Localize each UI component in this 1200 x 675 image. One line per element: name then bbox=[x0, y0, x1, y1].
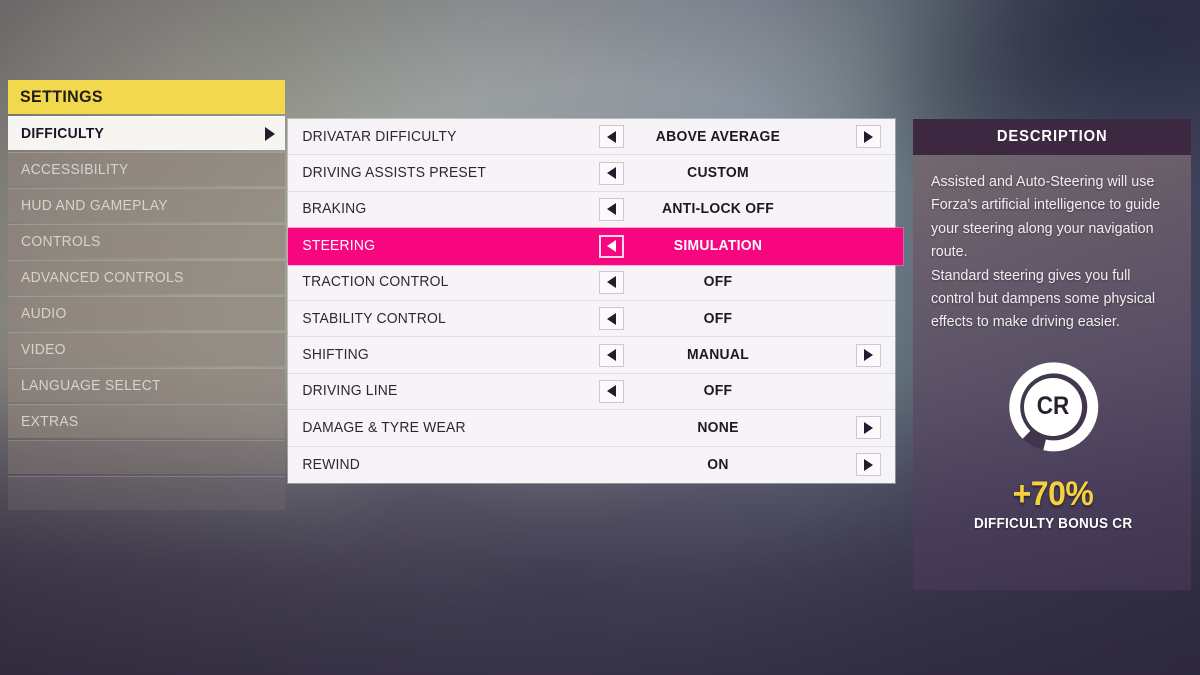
sidebar-item-advanced-controls[interactable]: ADVANCED CONTROLS bbox=[8, 260, 285, 294]
sidebar-item-label: AUDIO bbox=[21, 305, 67, 322]
sidebar-item-label: ADVANCED CONTROLS bbox=[21, 269, 184, 286]
settings-row-label: TRACTION CONTROL bbox=[302, 274, 449, 291]
sidebar-item-empty bbox=[8, 440, 285, 474]
credits-ring-badge: CR bbox=[999, 353, 1107, 461]
arrow-left-icon bbox=[607, 312, 616, 325]
arrow-left-icon bbox=[607, 240, 616, 253]
sidebar-item-hud-and-gameplay[interactable]: HUD AND GAMEPLAY bbox=[8, 188, 285, 222]
settings-row-value: OFF bbox=[703, 274, 733, 291]
settings-row-label: REWIND bbox=[302, 456, 361, 473]
decrement-arrow-left-button[interactable] bbox=[599, 307, 624, 331]
settings-row-value: CUSTOM bbox=[687, 165, 749, 182]
description-paragraph: Assisted and Auto-Steering will use Forz… bbox=[931, 174, 1161, 261]
settings-row-label: DAMAGE & TYRE WEAR bbox=[302, 419, 466, 436]
increment-arrow-right-button[interactable] bbox=[856, 125, 881, 149]
settings-row[interactable]: DRIVATAR DIFFICULTY ABOVE AVERAGE bbox=[288, 119, 895, 156]
decrement-arrow-left-button[interactable] bbox=[599, 343, 624, 367]
description-text: Assisted and Auto-Steering will use Forz… bbox=[931, 171, 1175, 335]
arrow-left-icon bbox=[607, 276, 616, 289]
settings-row-value: SIMULATION bbox=[673, 238, 763, 255]
arrow-right-icon bbox=[864, 458, 873, 471]
increment-arrow-right-button[interactable] bbox=[856, 453, 881, 477]
credits-label: CR bbox=[1036, 392, 1070, 421]
settings-row[interactable]: STEERING SIMULATION bbox=[288, 228, 903, 265]
settings-row-value: ON bbox=[707, 456, 729, 473]
settings-header: SETTINGS bbox=[8, 80, 285, 114]
sidebar-item-controls[interactable]: CONTROLS bbox=[8, 224, 285, 258]
settings-row-value: ABOVE AVERAGE bbox=[655, 128, 781, 145]
description-header: DESCRIPTION bbox=[913, 119, 1191, 155]
description-body: Assisted and Auto-Steering will use Forz… bbox=[913, 155, 1191, 590]
arrow-left-icon bbox=[607, 203, 616, 216]
settings-sidebar: SETTINGS DIFFICULTY ACCESSIBILITY HUD AND … bbox=[8, 80, 285, 510]
sidebar-item-empty bbox=[8, 476, 285, 510]
decrement-arrow-left-button[interactable] bbox=[599, 270, 624, 294]
sidebar-item-accessibility[interactable]: ACCESSIBILITY bbox=[8, 152, 285, 186]
settings-row-value: MANUAL bbox=[686, 347, 750, 364]
description-panel: DESCRIPTION Assisted and Auto-Steering w… bbox=[913, 119, 1191, 590]
arrow-left-icon bbox=[607, 130, 616, 143]
arrow-right-icon bbox=[864, 349, 873, 362]
arrow-right-icon bbox=[864, 421, 873, 434]
decrement-arrow-left-button[interactable] bbox=[599, 125, 624, 149]
sidebar-item-extras[interactable]: EXTRAS bbox=[8, 404, 285, 438]
settings-row-label: BRAKING bbox=[302, 201, 367, 218]
sidebar-item-label: DIFFICULTY bbox=[21, 125, 105, 142]
sidebar-item-language-select[interactable]: LANGUAGE SELECT bbox=[8, 368, 285, 402]
sidebar-item-label: ACCESSIBILITY bbox=[21, 161, 129, 178]
settings-title: SETTINGS bbox=[20, 87, 103, 106]
decrement-arrow-left-button[interactable] bbox=[599, 161, 624, 185]
arrow-left-icon bbox=[607, 385, 616, 398]
sidebar-item-difficulty[interactable]: DIFFICULTY bbox=[8, 116, 285, 150]
settings-row-value: NONE bbox=[697, 419, 739, 436]
description-paragraph: Standard steering gives you full control… bbox=[931, 267, 1156, 331]
difficulty-bonus-label: DIFFICULTY BONUS CR bbox=[973, 515, 1133, 532]
arrow-right-icon bbox=[864, 130, 873, 143]
sidebar-item-label: VIDEO bbox=[21, 341, 66, 358]
sidebar-item-audio[interactable]: AUDIO bbox=[8, 296, 285, 330]
settings-row-label: STEERING bbox=[302, 238, 376, 255]
settings-row[interactable]: STABILITY CONTROL OFF bbox=[288, 300, 895, 338]
sidebar-item-label: CONTROLS bbox=[21, 233, 101, 250]
settings-row-label: DRIVING ASSISTS PRESET bbox=[302, 165, 487, 182]
sidebar-item-list: DIFFICULTY ACCESSIBILITY HUD AND GAMEPLAY C… bbox=[8, 116, 285, 510]
settings-row[interactable]: TRACTION CONTROL OFF bbox=[288, 264, 895, 301]
increment-arrow-right-button[interactable] bbox=[856, 343, 881, 367]
settings-row-value: OFF bbox=[703, 383, 733, 400]
description-title: DESCRIPTION bbox=[996, 128, 1108, 145]
settings-row-label: DRIVING LINE bbox=[302, 383, 398, 400]
settings-row[interactable]: DAMAGE & TYRE WEAR NONE bbox=[288, 410, 895, 447]
settings-row-value: ANTI-LOCK OFF bbox=[661, 201, 774, 218]
settings-row-value: OFF bbox=[703, 310, 733, 327]
decrement-arrow-left-button[interactable] bbox=[599, 234, 624, 258]
settings-row[interactable]: DRIVING LINE OFF bbox=[288, 373, 895, 411]
settings-row-label: SHIFTING bbox=[302, 347, 369, 364]
chevron-right-icon bbox=[265, 126, 275, 141]
difficulty-bonus-percent: +70% bbox=[1012, 474, 1094, 513]
increment-arrow-right-button[interactable] bbox=[856, 416, 881, 440]
difficulty-options-list: DRIVATAR DIFFICULTY ABOVE AVERAGE DRIVING … bbox=[288, 119, 903, 483]
arrow-left-icon bbox=[607, 349, 616, 362]
sidebar-item-label: HUD AND GAMEPLAY bbox=[21, 197, 168, 214]
credits-core: CR bbox=[1024, 377, 1082, 436]
settings-row[interactable]: DRIVING ASSISTS PRESET CUSTOM bbox=[288, 155, 895, 192]
arrow-left-icon bbox=[607, 167, 616, 180]
settings-row-label: DRIVATAR DIFFICULTY bbox=[302, 128, 457, 145]
sidebar-item-label: EXTRAS bbox=[21, 413, 79, 430]
decrement-arrow-left-button[interactable] bbox=[599, 197, 624, 221]
settings-row-label: STABILITY CONTROL bbox=[302, 310, 446, 327]
settings-row[interactable]: SHIFTING MANUAL bbox=[288, 337, 895, 374]
settings-row[interactable]: REWIND ON bbox=[288, 446, 895, 483]
sidebar-item-video[interactable]: VIDEO bbox=[8, 332, 285, 366]
sidebar-item-label: LANGUAGE SELECT bbox=[21, 377, 161, 394]
settings-row[interactable]: BRAKING ANTI-LOCK OFF bbox=[288, 191, 895, 229]
decrement-arrow-left-button[interactable] bbox=[599, 379, 624, 403]
